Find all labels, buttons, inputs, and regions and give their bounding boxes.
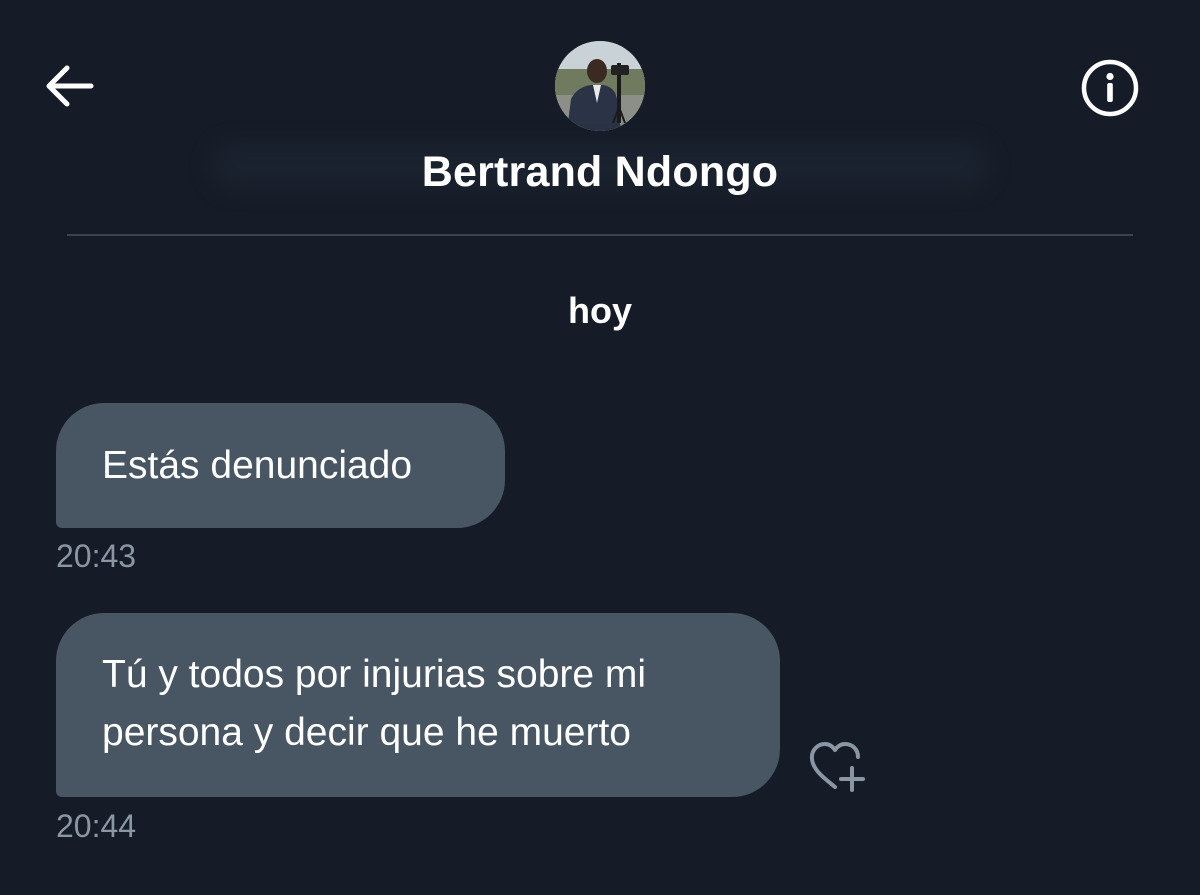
message-bubble[interactable]: Estás denunciado [56, 403, 505, 528]
message-timestamp: 20:44 [56, 808, 137, 844]
avatar[interactable] [555, 41, 645, 131]
back-button[interactable] [38, 58, 100, 114]
dm-conversation-screen: Bertrand Ndongo hoy Estás denunciado 20:… [0, 0, 1200, 895]
avatar-photo [555, 41, 645, 131]
date-separator: hoy [567, 290, 632, 331]
info-circle-icon [1081, 59, 1139, 117]
message-timestamp: 20:43 [56, 538, 137, 574]
arrow-left-icon [46, 65, 94, 107]
info-button[interactable] [1076, 54, 1144, 122]
message-text-line-1: Tú y todos por injurias sobre mi [102, 653, 647, 696]
header-divider [67, 234, 1133, 236]
message-text-line-2: persona y decir que he muerto [102, 711, 631, 754]
contact-name[interactable]: Bertrand Ndongo [0, 148, 1200, 197]
heart-plus-icon [809, 742, 865, 792]
add-reaction-button[interactable] [802, 734, 872, 798]
message-bubble[interactable]: Tú y todos por injurias sobre mi persona… [56, 613, 780, 797]
message-text: Estás denunciado [102, 444, 413, 487]
